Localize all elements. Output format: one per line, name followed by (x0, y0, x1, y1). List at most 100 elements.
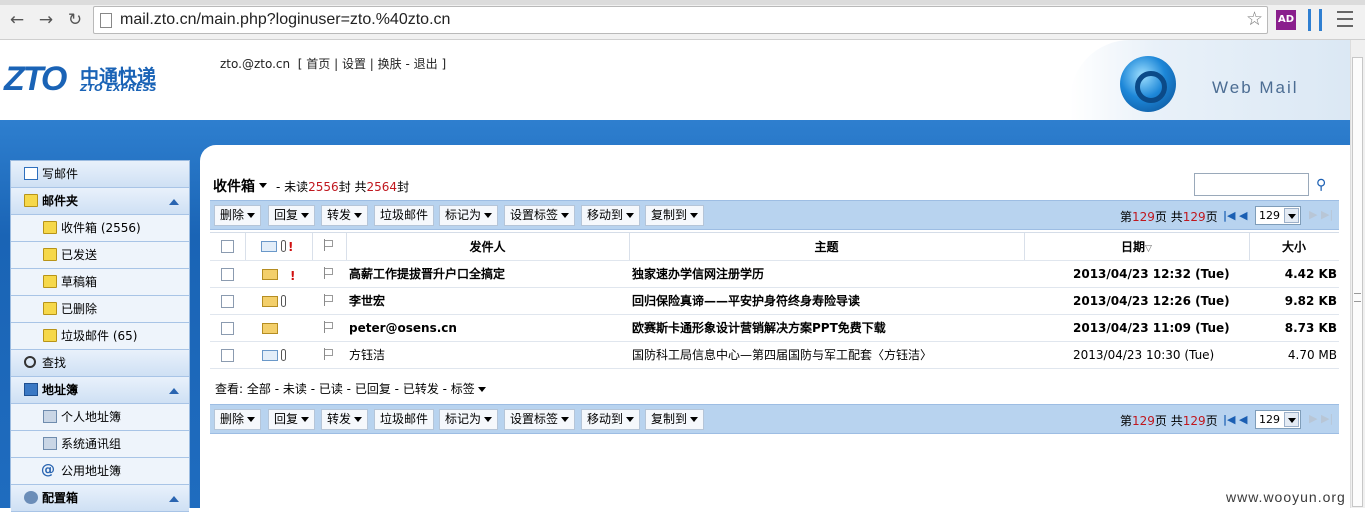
logout-link[interactable]: 退出 (414, 57, 438, 71)
size-column-header[interactable]: 大小 (1249, 233, 1339, 260)
copy-to-button[interactable]: 复制到 (645, 205, 705, 226)
set-tag-button[interactable]: 设置标签 (504, 409, 576, 430)
set-tag-button[interactable]: 设置标签 (504, 205, 576, 226)
prev-page-icon[interactable]: ◀ (1239, 413, 1247, 426)
sidebar-item-personal-addressbook[interactable]: 个人地址簿 (11, 404, 189, 431)
mark-as-button[interactable]: 标记为 (439, 205, 499, 226)
home-link[interactable]: 首页 (306, 57, 330, 71)
mail-subject[interactable]: 回归保险真谛——平安护身符终身寿险导读 (632, 288, 1022, 314)
reload-icon[interactable]: ↻ (64, 9, 86, 31)
sidebar-item-inbox[interactable]: 收件箱 (2556) (11, 215, 189, 242)
sidebar-section-label: 地址簿 (42, 383, 79, 397)
first-page-icon[interactable]: |◀ (1223, 413, 1235, 426)
flag-icon[interactable] (324, 267, 333, 279)
mail-size: 4.42 KB (1284, 267, 1337, 281)
prev-page-icon[interactable]: ◀ (1239, 209, 1247, 222)
sidebar-item-public-addressbook[interactable]: @ 公用地址簿 (11, 458, 189, 485)
copy-to-button[interactable]: 复制到 (645, 409, 705, 430)
move-to-button[interactable]: 移动到 (581, 205, 641, 226)
sidebar-item-sent[interactable]: 已发送 (11, 242, 189, 269)
select-all-checkbox[interactable] (221, 240, 234, 253)
junk-button[interactable]: 垃圾邮件 (374, 205, 435, 226)
scrollbar-thumb[interactable] (1352, 57, 1363, 507)
subject-column-header[interactable]: 主题 (629, 233, 1024, 260)
sidebar-item-system-groups[interactable]: 系统通讯组 (11, 431, 189, 458)
delete-button[interactable]: 删除 (214, 409, 262, 430)
page-info: 第129页 共129页 (1120, 414, 1218, 428)
sender-column-header[interactable]: 发件人 (346, 233, 629, 260)
mark-as-button[interactable]: 标记为 (439, 409, 499, 430)
date-column-header[interactable]: 日期▽ (1024, 233, 1249, 260)
filter-replied-link[interactable]: 已回复 (355, 382, 391, 396)
sidebar-item-deleted[interactable]: 已删除 (11, 296, 189, 323)
sidebar-section-folders[interactable]: 邮件夹 (11, 188, 189, 215)
flag-icon[interactable] (324, 294, 333, 306)
sort-desc-icon: ▽ (1145, 244, 1152, 254)
chevron-down-icon[interactable] (259, 183, 267, 188)
forward-button[interactable]: 转发 (321, 409, 369, 430)
page-select[interactable]: 129 (1255, 206, 1301, 225)
table-row[interactable]: 方钰洁 国防科工局信息中心—第四届国防与军工配套〈方钰洁〉 2013/04/23… (210, 342, 1339, 369)
delete-button[interactable]: 删除 (214, 205, 262, 226)
envelope-unread-icon (262, 296, 278, 307)
row-checkbox[interactable] (221, 322, 234, 335)
collapse-arrow-icon[interactable] (169, 388, 179, 394)
last-page-icon[interactable]: ▶| (1321, 208, 1333, 221)
flag-icon[interactable] (324, 348, 333, 360)
adblock-extension-icon[interactable]: AD (1276, 10, 1296, 30)
star-icon[interactable]: ☆ (1246, 8, 1263, 30)
mail-search-input[interactable] (1194, 173, 1309, 196)
move-to-button[interactable]: 移动到 (581, 409, 641, 430)
filter-read-link[interactable]: 已读 (319, 382, 343, 396)
page-select[interactable]: 129 (1255, 410, 1301, 429)
sidebar-section-addressbook[interactable]: 地址簿 (11, 377, 189, 404)
back-arrow-icon[interactable]: ← (6, 9, 28, 31)
table-row[interactable]: 李世宏 回归保险真谛——平安护身符终身寿险导读 2013/04/23 12:26… (210, 288, 1339, 315)
mail-subject[interactable]: 欧赛斯卡通形象设计营销解决方案PPT免费下载 (632, 315, 1022, 341)
extension-bars-icon[interactable] (1308, 9, 1322, 31)
chevron-down-icon[interactable] (477, 387, 486, 392)
row-checkbox[interactable] (221, 268, 234, 281)
skin-link[interactable]: 换肤 (378, 57, 402, 71)
chevron-down-icon[interactable] (1284, 412, 1299, 427)
reply-button[interactable]: 回复 (268, 409, 316, 430)
last-page-icon[interactable]: ▶| (1321, 412, 1333, 425)
sidebar-item-drafts[interactable]: 草稿箱 (11, 269, 189, 296)
search-icon[interactable]: ⚲ (1316, 177, 1326, 193)
reply-button[interactable]: 回复 (268, 205, 316, 226)
row-checkbox[interactable] (221, 349, 234, 362)
browser-menu-icon[interactable] (1337, 11, 1353, 27)
collapse-arrow-icon[interactable] (169, 496, 179, 502)
filter-all-link[interactable]: 全部 (247, 382, 271, 396)
next-page-icon[interactable]: ▶ (1309, 208, 1317, 221)
flag-icon[interactable] (324, 321, 333, 333)
forward-arrow-icon[interactable]: → (35, 9, 57, 31)
collapse-arrow-icon[interactable] (169, 199, 179, 205)
mail-sender[interactable]: 高薪工作提拔晋升户口全搞定 (349, 261, 627, 287)
row-checkbox[interactable] (221, 295, 234, 308)
address-bar[interactable]: mail.zto.cn/main.php?loginuser=zto.%40zt… (93, 6, 1268, 34)
mail-sender[interactable]: 方钰洁 (349, 342, 627, 368)
sent-folder-icon (43, 248, 57, 261)
folder-title[interactable]: 收件箱 (213, 176, 255, 196)
mail-subject[interactable]: 独家速办学信网注册学历 (632, 261, 1022, 287)
user-email: zto.@zto.cn (220, 57, 291, 71)
filter-tags-link[interactable]: 标签 (451, 382, 475, 396)
mail-subject[interactable]: 国防科工局信息中心—第四届国防与军工配套〈方钰洁〉 (632, 342, 1022, 368)
junk-button[interactable]: 垃圾邮件 (374, 409, 435, 430)
sidebar-item-spam[interactable]: 垃圾邮件 (65) (11, 323, 189, 350)
sidebar-item-compose[interactable]: 写邮件 (11, 161, 189, 188)
filter-forwarded-link[interactable]: 已转发 (403, 382, 439, 396)
mail-sender[interactable]: 李世宏 (349, 288, 627, 314)
chevron-down-icon[interactable] (1284, 208, 1299, 223)
mail-sender[interactable]: peter@osens.cn (349, 315, 627, 341)
settings-link[interactable]: 设置 (342, 57, 366, 71)
first-page-icon[interactable]: |◀ (1223, 209, 1235, 222)
forward-button[interactable]: 转发 (321, 205, 369, 226)
next-page-icon[interactable]: ▶ (1309, 412, 1317, 425)
filter-unread-link[interactable]: 未读 (283, 382, 307, 396)
table-row[interactable]: peter@osens.cn 欧赛斯卡通形象设计营销解决方案PPT免费下载 20… (210, 315, 1339, 342)
table-row[interactable]: ! 高薪工作提拔晋升户口全搞定 独家速办学信网注册学历 2013/04/23 1… (210, 261, 1339, 288)
importance-icon: ! (290, 269, 296, 283)
sidebar-item-search[interactable]: 查找 (11, 350, 189, 377)
